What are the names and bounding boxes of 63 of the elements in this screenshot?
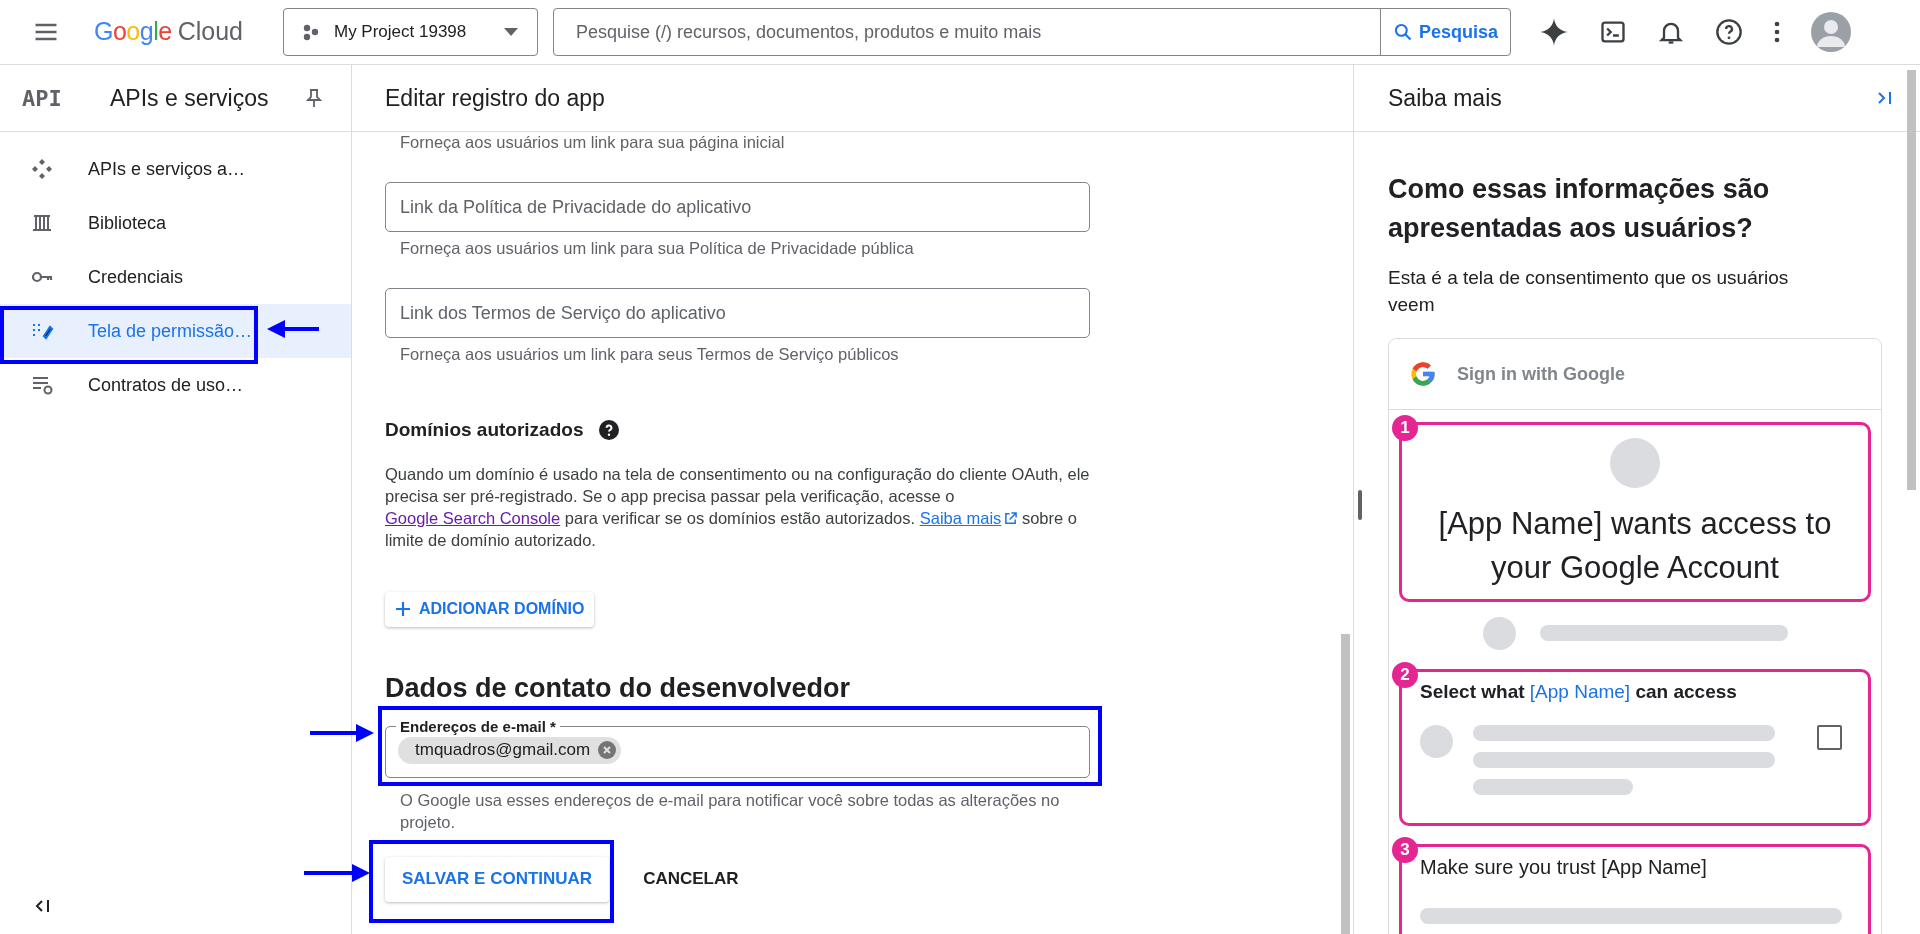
sidebar-item-icon <box>30 157 54 181</box>
step-number-badge: 2 <box>1392 662 1418 688</box>
google-wordmark: Google <box>94 16 172 48</box>
project-selector[interactable]: My Project 19398 <box>282 8 538 56</box>
helper-text: Forneça aos usuários um link para sua página inicial <box>399 132 786 152</box>
plus-icon <box>395 601 411 617</box>
field-label: Endereços de e-mail * <box>399 716 557 737</box>
sidebar-item[interactable]: Tela de permissão… <box>0 304 351 358</box>
cancel-button[interactable]: CANCELAR <box>643 856 739 902</box>
helper-text: Forneça aos usuários um link para sua Política de Privacidade pública <box>399 238 915 258</box>
sidebar-item[interactable]: Contratos de uso… <box>0 358 351 412</box>
remove-icon[interactable] <box>598 741 617 759</box>
help-icon[interactable] <box>599 420 620 441</box>
annotation-arrow <box>304 864 370 882</box>
sidebar-title: APIs e serviços <box>110 83 269 113</box>
save-continue-button[interactable]: SALVAR E CONTINUAR <box>385 856 610 902</box>
cloud-wordmark: Cloud <box>177 16 243 48</box>
panel-text: Esta é a tela de consentimento que os usuários veem <box>1388 266 1790 317</box>
more-icon[interactable] <box>1772 20 1781 44</box>
helper-text: Forneça aos usuários um link para seus Termos de Serviço públicos <box>399 344 900 364</box>
app-logo-placeholder <box>1610 438 1660 488</box>
google-g-icon <box>1409 360 1437 388</box>
help-icon[interactable] <box>1714 18 1743 46</box>
add-domain-button[interactable]: ADICIONAR DOMÍNIO <box>385 591 595 627</box>
collapse-panel-icon[interactable] <box>1876 90 1894 106</box>
text-field[interactable]: Link da Política de Privacidade do aplicativo <box>385 182 1090 232</box>
project-icon <box>301 23 320 41</box>
search-button[interactable]: Pesquisa <box>1379 9 1510 55</box>
api-logo: API <box>22 84 63 113</box>
panel-heading: Como essas informações são apresentadas aos usuários? <box>1388 173 1771 245</box>
scrollbar-thumb[interactable] <box>1907 70 1916 490</box>
page-title: Editar registro do app <box>385 83 605 113</box>
preview-header-text: Sign in with Google <box>1457 362 1625 386</box>
sidebar-item[interactable]: Credenciais <box>0 250 351 304</box>
description-text: Quando um domínio é usado na tela de consentimento ou na configuração do cliente OAuth, ele precisa ser pré-registrado. Se o app precisa passar pela verificação, acesse o Google Search Console para verificar se os domínios estão autorizados. Saiba mais sobre o limite de domínio autorizado. <box>385 463 1090 551</box>
step-number-badge: 1 <box>1392 415 1418 441</box>
text-link[interactable]: Saiba mais <box>919 508 1002 527</box>
avatar[interactable] <box>1810 12 1851 52</box>
preview-step-text: Select what [App Name] can access <box>1420 680 1738 704</box>
collapse-icon[interactable] <box>34 898 52 914</box>
pin-icon[interactable] <box>305 88 323 108</box>
resize-handle[interactable] <box>1358 490 1362 520</box>
step-number-badge: 3 <box>1392 837 1418 863</box>
annotation-arrow <box>310 724 374 742</box>
search-bar[interactable]: Pesquise (/) recursos, documentos, produtos e muito mais Pesquisa <box>552 8 1511 56</box>
panel-title: Saiba mais <box>1388 83 1502 113</box>
search-icon <box>1392 22 1413 42</box>
text-link[interactable]: Google Search Console <box>385 508 561 527</box>
annotation-arrow <box>267 320 319 338</box>
helper-text: O Google usa esses endereços de e-mail para notificar você sobre todas as alterações no projeto. <box>399 789 1061 833</box>
section-heading: Dados de contato do desenvolvedor <box>385 671 852 705</box>
text-field[interactable]: Link dos Termos de Serviço do aplicativo <box>385 288 1090 338</box>
preview-title: [App Name] wants access to your Google Account <box>1437 505 1833 587</box>
sidebar-item[interactable]: APIs e serviços a… <box>0 142 351 196</box>
sidebar-item[interactable]: Biblioteca <box>0 196 351 250</box>
caret-icon <box>502 27 519 37</box>
preview-step-text: Make sure you trust [App Name] <box>1420 855 1708 880</box>
email-chip[interactable]: tmquadros@gmail.com <box>398 736 622 764</box>
account-avatar-placeholder <box>1482 616 1516 650</box>
section-heading: Domínios autorizados <box>385 418 584 442</box>
scrollbar-thumb[interactable] <box>1341 634 1350 934</box>
scope-icon-placeholder <box>1420 725 1453 758</box>
external-link-icon <box>1004 511 1018 525</box>
